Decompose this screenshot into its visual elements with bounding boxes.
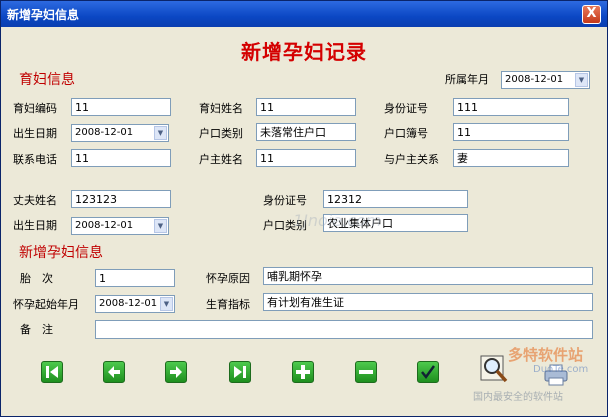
start-month-label: 怀孕起始年月	[13, 298, 79, 311]
relation-field[interactable]: 妻	[453, 149, 569, 167]
chevron-down-icon[interactable]: ▼	[154, 219, 167, 233]
last-record-icon	[234, 366, 246, 378]
previous-record-button[interactable]	[103, 361, 125, 383]
husband-id-label: 身份证号	[263, 194, 307, 207]
householder-label: 户主姓名	[199, 153, 243, 166]
watermark-url: DuoTe.com	[533, 364, 589, 375]
remark-field[interactable]	[95, 320, 593, 339]
reason-label: 怀孕原因	[206, 272, 250, 285]
delete-record-button[interactable]	[355, 361, 377, 383]
add-record-icon	[296, 365, 310, 379]
start-month-value: 2008-12-01	[99, 298, 158, 309]
title-bar[interactable]: 新增孕妇信息 X	[1, 1, 607, 27]
hukou-book-label: 户口簿号	[384, 127, 428, 140]
form-title: 新增孕妇记录	[241, 40, 367, 64]
close-button[interactable]: X	[582, 5, 601, 24]
chevron-down-icon[interactable]: ▼	[575, 73, 588, 87]
form-body: 新增孕妇记录 育妇信息 所属年月 2008-12-01 ▼ 育妇编码 11 育妇姓…	[3, 28, 605, 416]
phone-label: 联系电话	[13, 153, 57, 166]
chevron-down-icon[interactable]: ▼	[154, 126, 167, 140]
hukou-type-field[interactable]: 未落常住户口	[256, 123, 356, 141]
start-month-select[interactable]: 2008-12-01 ▼	[95, 295, 175, 313]
hukou-book-field[interactable]: 11	[453, 123, 569, 141]
birth-date-value: 2008-12-01	[75, 127, 134, 138]
dialog-window: 新增孕妇信息 X 新增孕妇记录 育妇信息 所属年月 2008-12-01 ▼ 育妇…	[0, 0, 608, 417]
first-record-icon	[46, 366, 58, 378]
name-field[interactable]: 11	[256, 98, 356, 116]
code-field[interactable]: 11	[71, 98, 171, 116]
first-record-button[interactable]	[41, 361, 63, 383]
phone-field[interactable]: 11	[71, 149, 171, 167]
birth-date-select[interactable]: 2008-12-01 ▼	[71, 124, 169, 142]
belong-month-label: 所属年月	[445, 73, 489, 86]
section-heading-new-pregnancy: 新增孕妇信息	[19, 245, 103, 261]
husband-birth-select[interactable]: 2008-12-01 ▼	[71, 217, 169, 235]
birth-label: 出生日期	[13, 127, 57, 140]
next-record-icon	[170, 366, 182, 378]
remark-label: 备 注	[20, 323, 53, 336]
husband-id-field[interactable]: 12312	[323, 190, 468, 208]
code-label: 育妇编码	[13, 102, 57, 115]
belong-month-value: 2008-12-01	[505, 74, 564, 85]
save-check-icon	[421, 365, 436, 380]
previous-record-icon	[108, 366, 120, 378]
search-button[interactable]	[479, 354, 509, 384]
chevron-down-icon[interactable]: ▼	[160, 297, 173, 311]
id-field[interactable]: 111	[453, 98, 569, 116]
watermark-slogan: 国内最安全的软件站	[473, 392, 563, 403]
reason-field[interactable]: 哺乳期怀孕	[263, 267, 593, 285]
search-icon	[480, 355, 508, 383]
delete-record-icon	[359, 370, 373, 374]
quota-label: 生育指标	[206, 298, 250, 311]
watermark-mid-mark: 1Jnoie.com	[293, 211, 382, 230]
husband-name-label: 丈夫姓名	[13, 194, 57, 207]
name-label: 育妇姓名	[199, 102, 243, 115]
husband-name-field[interactable]: 123123	[71, 190, 171, 208]
householder-field[interactable]: 11	[256, 149, 356, 167]
section-heading-pregnant-woman: 育妇信息	[19, 72, 75, 88]
parity-field[interactable]: 1	[95, 269, 175, 287]
relation-label: 与户主关系	[384, 153, 439, 166]
husband-birth-label: 出生日期	[13, 219, 57, 232]
parity-label: 胎 次	[20, 272, 53, 285]
next-record-button[interactable]	[165, 361, 187, 383]
save-record-button[interactable]	[417, 361, 439, 383]
quota-field[interactable]: 有计划有准生证	[263, 293, 593, 311]
id-label: 身份证号	[384, 102, 428, 115]
window-title: 新增孕妇信息	[7, 8, 80, 22]
husband-birth-value: 2008-12-01	[75, 220, 134, 231]
watermark-brand: 多特软件站	[508, 346, 584, 364]
close-icon: X	[586, 6, 597, 21]
add-record-button[interactable]	[292, 361, 314, 383]
last-record-button[interactable]	[229, 361, 251, 383]
hukou-type-label: 户口类别	[199, 127, 243, 140]
belong-month-select[interactable]: 2008-12-01 ▼	[501, 71, 590, 89]
